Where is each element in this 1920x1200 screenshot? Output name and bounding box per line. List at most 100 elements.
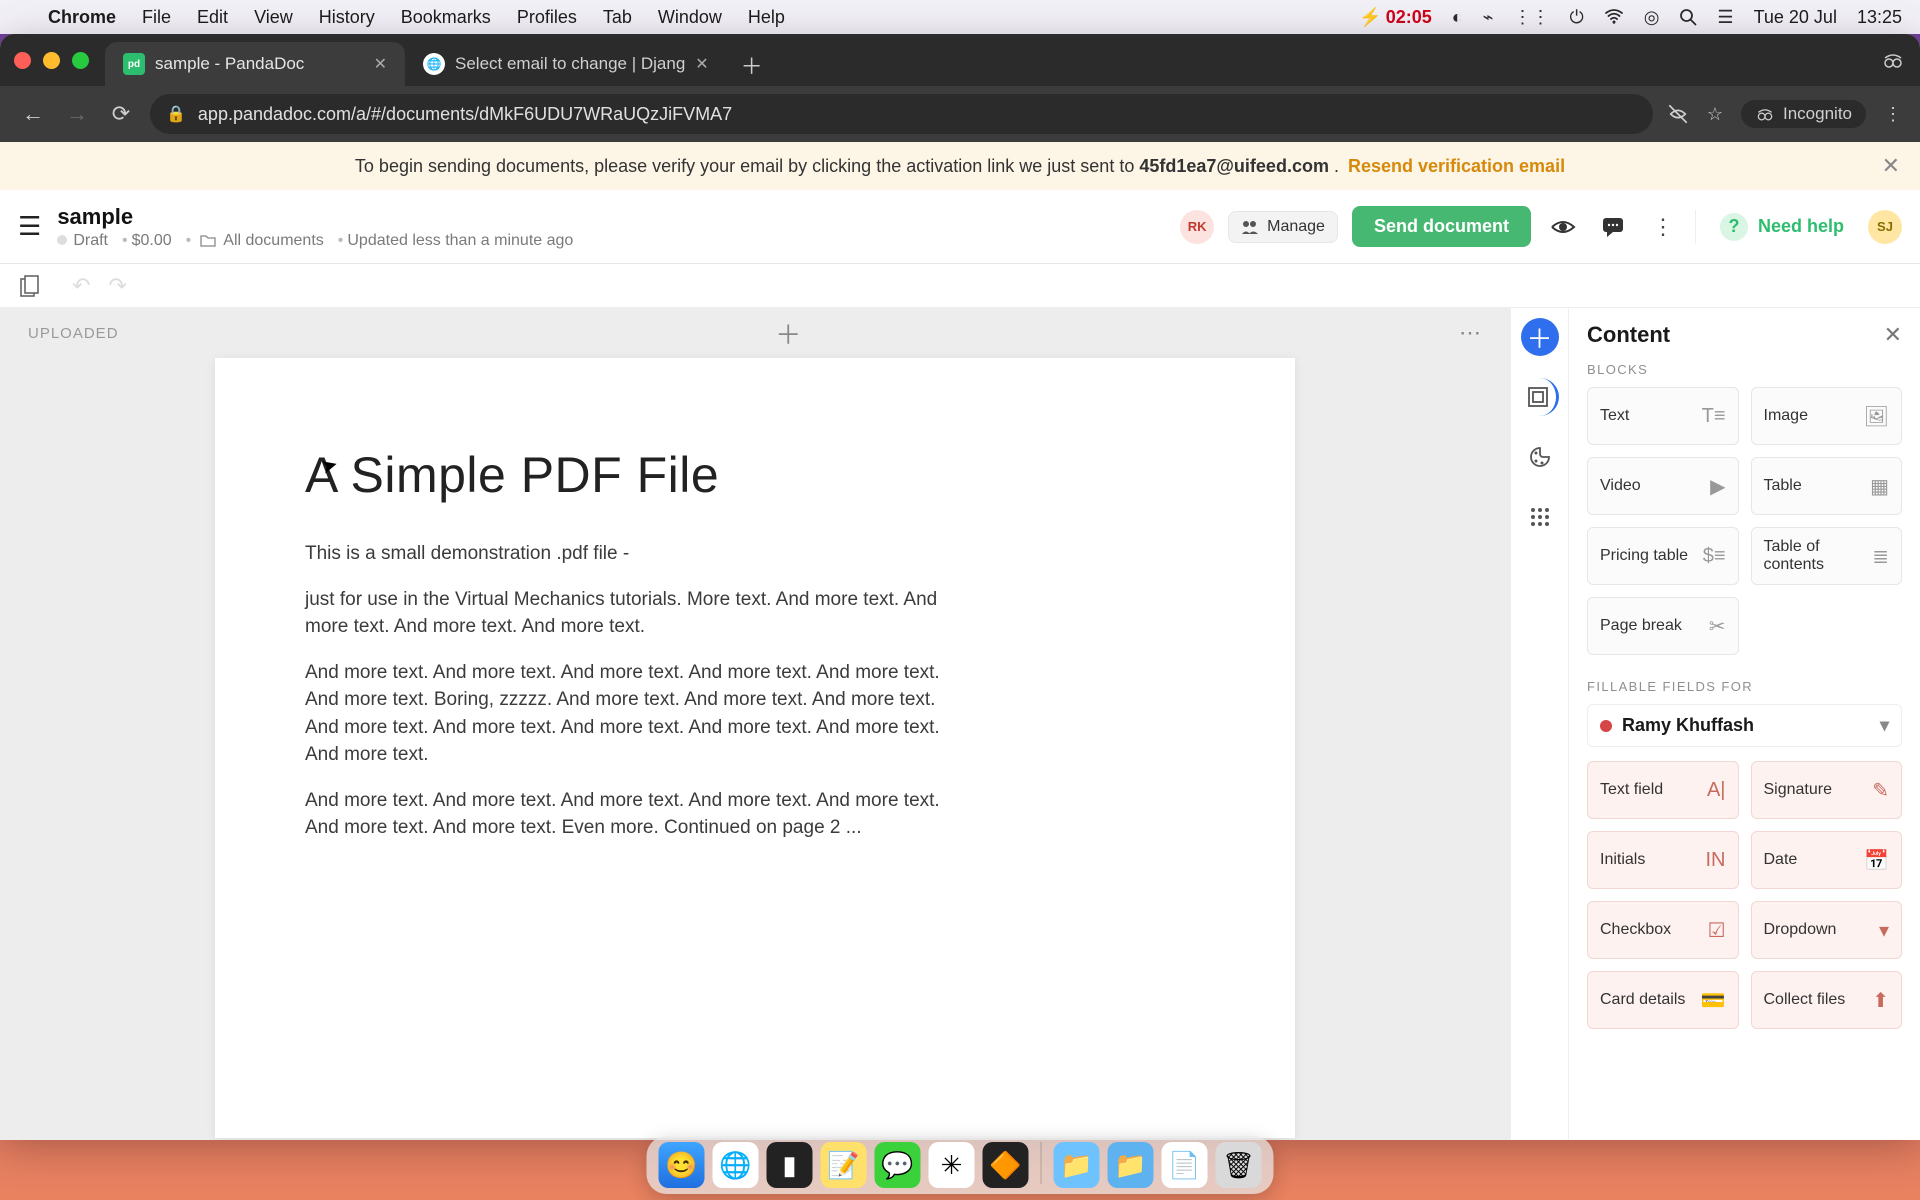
undo-icon[interactable]: ↶ bbox=[72, 273, 90, 299]
tab-1-title: sample - PandaDoc bbox=[155, 54, 304, 74]
field-card[interactable]: Card details💳 bbox=[1587, 971, 1739, 1029]
dock-folder-2[interactable]: 📁 bbox=[1108, 1142, 1154, 1188]
recipient-avatar[interactable]: RK bbox=[1180, 210, 1214, 244]
menu-clock[interactable]: 13:25 bbox=[1857, 7, 1902, 28]
url-text: app.pandadoc.com/a/#/documents/dMkF6UDU7… bbox=[198, 104, 732, 125]
menu-history[interactable]: History bbox=[319, 7, 375, 28]
dock-notes[interactable]: 📝 bbox=[821, 1142, 867, 1188]
incognito-indicator-icon[interactable] bbox=[1878, 45, 1908, 75]
block-video[interactable]: Video▶ bbox=[1587, 457, 1739, 515]
block-pricing[interactable]: Pricing table$≡ bbox=[1587, 527, 1739, 585]
pages-icon[interactable] bbox=[20, 275, 40, 297]
rail-design-icon[interactable] bbox=[1521, 438, 1559, 476]
menu-app[interactable]: Chrome bbox=[48, 7, 116, 28]
spotlight-icon[interactable]: ◎ bbox=[1644, 7, 1660, 28]
assignee-dropdown[interactable]: Ramy Khuffash ▾ bbox=[1587, 704, 1902, 747]
nav-forward-button[interactable]: → bbox=[62, 99, 92, 129]
block-text[interactable]: TextT≡ bbox=[1587, 387, 1739, 445]
dock-chrome[interactable]: 🌐 bbox=[713, 1142, 759, 1188]
menu-profiles[interactable]: Profiles bbox=[517, 7, 577, 28]
address-bar: ← → ⟳ 🔒 app.pandadoc.com/a/#/documents/d… bbox=[0, 86, 1920, 142]
menu-date[interactable]: Tue 20 Jul bbox=[1754, 7, 1837, 28]
power-icon[interactable]: ⏻ bbox=[1569, 7, 1583, 28]
block-toc[interactable]: Table of contents≣ bbox=[1751, 527, 1903, 585]
wifi-icon[interactable] bbox=[1604, 9, 1624, 25]
url-input[interactable]: 🔒 app.pandadoc.com/a/#/documents/dMkF6UD… bbox=[150, 94, 1653, 134]
window-maximize[interactable] bbox=[72, 52, 89, 69]
kebab-menu-icon[interactable]: ⋮ bbox=[1645, 209, 1681, 245]
manage-button[interactable]: Manage bbox=[1228, 211, 1338, 243]
banner-close-icon[interactable]: ✕ bbox=[1882, 153, 1900, 179]
rail-content-icon[interactable] bbox=[1521, 378, 1559, 416]
menu-help[interactable]: Help bbox=[748, 7, 785, 28]
text-block-icon: T≡ bbox=[1702, 405, 1726, 428]
comments-icon[interactable] bbox=[1595, 209, 1631, 245]
document-page[interactable]: ➤ A Simple PDF File This is a small demo… bbox=[215, 358, 1295, 1138]
window-minimize[interactable] bbox=[43, 52, 60, 69]
field-checkbox[interactable]: Checkbox☑ bbox=[1587, 901, 1739, 959]
redo-icon[interactable]: ↷ bbox=[108, 273, 126, 299]
checkbox-icon: ☑ bbox=[1708, 918, 1726, 943]
menu-window[interactable]: Window bbox=[658, 7, 722, 28]
hamburger-icon[interactable]: ☰ bbox=[18, 211, 41, 242]
need-help[interactable]: ? Need help SJ bbox=[1695, 210, 1902, 244]
rail-add-icon[interactable]: ＋ bbox=[1521, 318, 1559, 356]
dock-finder[interactable]: 😊 bbox=[659, 1142, 705, 1188]
page-more-icon[interactable]: ⋯ bbox=[1459, 320, 1482, 346]
search-icon[interactable] bbox=[1679, 8, 1697, 26]
canvas[interactable]: UPLOADED ＋ ⋯ ➤ A Simple PDF File This is… bbox=[0, 308, 1510, 1140]
eye-off-icon[interactable] bbox=[1667, 103, 1689, 125]
mac-dock: 😊 🌐 ▮ 📝 💬 ✳ 🔶 📁 📁 📄 🗑 bbox=[647, 1136, 1274, 1194]
dock-document[interactable]: 📄 bbox=[1162, 1142, 1208, 1188]
tab-1-close-icon[interactable]: ✕ bbox=[374, 54, 387, 74]
incognito-badge[interactable]: Incognito bbox=[1741, 100, 1866, 128]
resend-link[interactable]: Resend verification email bbox=[1348, 156, 1565, 176]
block-pagebreak[interactable]: Page break✂ bbox=[1587, 597, 1739, 655]
block-table[interactable]: Table▦ bbox=[1751, 457, 1903, 515]
panel-close-icon[interactable]: ✕ bbox=[1884, 322, 1902, 348]
app-header: ☰ sample Draft $0.00 All documents Updat… bbox=[0, 190, 1920, 264]
doc-title[interactable]: sample bbox=[57, 204, 573, 230]
tab-2[interactable]: 🌐 Select email to change | Djang ✕ bbox=[405, 42, 727, 86]
field-signature[interactable]: Signature✎ bbox=[1751, 761, 1903, 819]
add-page-icon[interactable]: ＋ bbox=[775, 315, 802, 352]
dock-slack[interactable]: ✳ bbox=[929, 1142, 975, 1188]
browser-menu-icon[interactable]: ⋮ bbox=[1884, 104, 1902, 125]
status-icon-3[interactable]: ⋮⋮ bbox=[1513, 7, 1549, 28]
tab-2-close-icon[interactable]: ✕ bbox=[695, 54, 708, 74]
field-initials[interactable]: InitialsIN bbox=[1587, 831, 1739, 889]
bookmark-star-icon[interactable]: ☆ bbox=[1707, 104, 1723, 125]
status-icon-2[interactable]: ⌁ bbox=[1483, 7, 1494, 28]
dock-trash[interactable]: 🗑 bbox=[1216, 1142, 1262, 1188]
menu-file[interactable]: File bbox=[142, 7, 171, 28]
initials-icon: IN bbox=[1706, 849, 1726, 872]
menu-edit[interactable]: Edit bbox=[197, 7, 228, 28]
menu-bookmarks[interactable]: Bookmarks bbox=[401, 7, 491, 28]
menu-tab[interactable]: Tab bbox=[603, 7, 632, 28]
nav-back-button[interactable]: ← bbox=[18, 99, 48, 129]
block-image[interactable]: Image🖼 bbox=[1751, 387, 1903, 445]
preview-icon[interactable] bbox=[1545, 209, 1581, 245]
tab-1[interactable]: pd sample - PandaDoc ✕ bbox=[105, 42, 405, 86]
doc-location[interactable]: All documents bbox=[182, 232, 324, 250]
new-tab-button[interactable]: ＋ bbox=[737, 50, 767, 80]
dock-figma[interactable]: 🔶 bbox=[983, 1142, 1029, 1188]
status-icon-1[interactable]: ◐ bbox=[1452, 7, 1463, 28]
tab-favicon-pandadoc: pd bbox=[123, 53, 145, 75]
dock-terminal[interactable]: ▮ bbox=[767, 1142, 813, 1188]
send-document-button[interactable]: Send document bbox=[1352, 206, 1531, 247]
control-center-icon[interactable]: ☰ bbox=[1717, 7, 1733, 28]
field-collect[interactable]: Collect files⬆ bbox=[1751, 971, 1903, 1029]
dock-messages[interactable]: 💬 bbox=[875, 1142, 921, 1188]
window-close[interactable] bbox=[14, 52, 31, 69]
nav-reload-button[interactable]: ⟳ bbox=[106, 99, 136, 129]
rail-apps-icon[interactable] bbox=[1521, 498, 1559, 536]
field-date[interactable]: Date📅 bbox=[1751, 831, 1903, 889]
fillable-label: FILLABLE FIELDS FOR bbox=[1587, 679, 1902, 694]
field-dropdown[interactable]: Dropdown▾ bbox=[1751, 901, 1903, 959]
user-avatar[interactable]: SJ bbox=[1868, 210, 1902, 244]
field-text[interactable]: Text fieldA| bbox=[1587, 761, 1739, 819]
battery-status[interactable]: ⚡ 02:05 bbox=[1359, 7, 1431, 28]
dock-folder-1[interactable]: 📁 bbox=[1054, 1142, 1100, 1188]
menu-view[interactable]: View bbox=[254, 7, 293, 28]
